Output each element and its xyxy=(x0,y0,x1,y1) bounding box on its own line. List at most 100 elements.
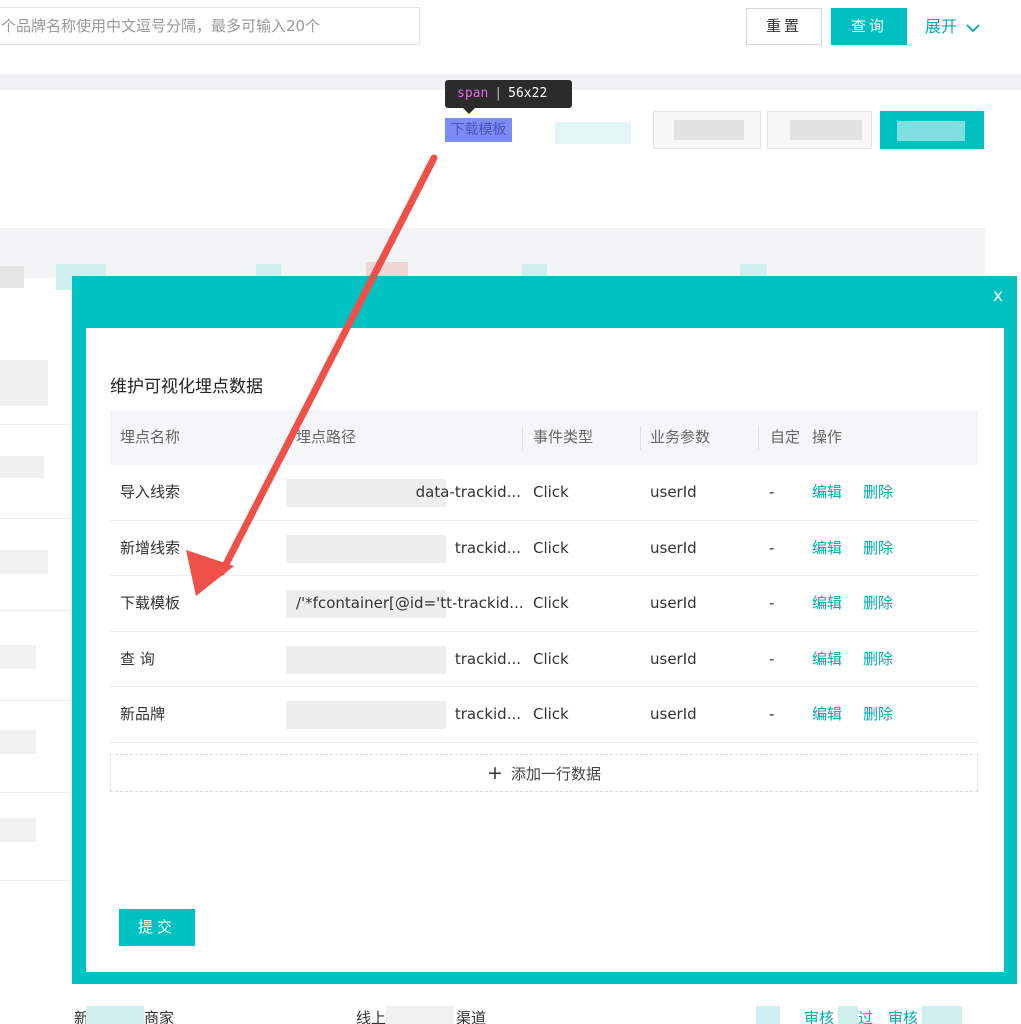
inspector-tag: span xyxy=(457,86,489,101)
cell-event: Click xyxy=(533,483,569,501)
cell-path: /'*fcontainer[@id='tt-trackid... xyxy=(296,594,524,612)
download-template-link[interactable]: 下载模板 xyxy=(445,118,512,142)
cell-path: trackid... xyxy=(454,538,521,557)
tracking-data-modal: x 维护可视化埋点数据 埋点名称 埋点路径 事件类型 业务参数 自定 操作 导入… xyxy=(72,276,1017,984)
cell-name: 查 询 xyxy=(120,649,155,668)
chevron-down-icon xyxy=(966,23,980,32)
blurred-cell xyxy=(922,1006,962,1024)
cell-param: userId xyxy=(650,538,697,557)
column-header-path: 埋点路径 xyxy=(296,428,357,446)
add-row-label: 添加一行数据 xyxy=(510,765,601,783)
cell-custom: - xyxy=(769,538,775,557)
edit-link[interactable]: 编辑 xyxy=(812,632,842,687)
modal-body: 维护可视化埋点数据 埋点名称 埋点路径 事件类型 业务参数 自定 操作 导入线索… xyxy=(86,328,1004,972)
delete-link[interactable]: 删除 xyxy=(863,576,893,631)
cell-name: 下载模板 xyxy=(120,594,181,612)
cell-custom: - xyxy=(769,594,775,612)
blurred-label xyxy=(674,120,744,140)
cell-event: Click xyxy=(533,538,569,557)
blurred-cell xyxy=(0,550,48,574)
cell-name: 新增线索 xyxy=(120,538,181,557)
column-separator xyxy=(758,426,759,450)
tracking-table: 埋点名称 埋点路径 事件类型 业务参数 自定 操作 导入线索 data-track… xyxy=(110,410,978,743)
column-header-custom: 自定 xyxy=(770,428,801,446)
delete-link[interactable]: 删除 xyxy=(863,687,893,742)
cell-param: userId xyxy=(650,483,697,501)
modal-title: 维护可视化埋点数据 xyxy=(110,377,263,397)
table-row: 导入线索 data-trackid... Click userId - 编辑 删除 xyxy=(110,465,978,521)
cell-name: 新品牌 xyxy=(120,705,166,723)
cell-path: data-trackid... xyxy=(415,483,521,501)
add-row-button[interactable]: + 添加一行数据 xyxy=(110,754,978,792)
cell-name: 导入线索 xyxy=(120,483,181,501)
delete-link[interactable]: 删除 xyxy=(863,521,893,576)
table-row: 下载模板 /'*fcontainer[@id='tt-trackid... Clic… xyxy=(110,576,978,632)
query-button[interactable]: 查询 xyxy=(831,8,907,45)
blurred-cell xyxy=(0,645,36,669)
blurred-cell xyxy=(0,456,44,478)
expand-button[interactable]: 展开 xyxy=(925,8,980,45)
blurred-label xyxy=(790,120,862,140)
review-link[interactable]: 审核 xyxy=(888,1007,918,1024)
table-body: 导入线索 data-trackid... Click userId - 编辑 删除 新增线索 t… xyxy=(110,465,978,743)
cell-custom: - xyxy=(769,649,775,668)
element-inspector-tooltip: span | 56x22 xyxy=(445,80,572,114)
row-divider xyxy=(0,792,72,793)
cell-param: userId xyxy=(650,649,697,668)
bottom-cell-channel-suffix: 渠道 xyxy=(456,1009,487,1024)
blurred-label xyxy=(897,121,965,141)
table-row: 查 询 trackid... Click userId - 编辑 删除 xyxy=(110,632,978,687)
edit-link[interactable]: 编辑 xyxy=(812,576,842,631)
row-divider xyxy=(0,700,72,701)
background-table-header xyxy=(0,228,985,278)
search-bar: 个品牌名称使用中文逗号分隔，最多可输入20个 重置 查询 展开 xyxy=(0,0,1021,74)
cell-event: Click xyxy=(533,594,569,612)
blurred-link[interactable] xyxy=(555,122,631,144)
review-link[interactable]: 审核 xyxy=(804,1007,834,1024)
submit-button[interactable]: 提交 xyxy=(119,909,195,946)
cell-custom: - xyxy=(769,483,775,501)
blurred-cell xyxy=(756,1006,780,1024)
column-header-param: 业务参数 xyxy=(650,428,711,446)
table-row: 新品牌 trackid... Click userId - 编辑 删除 xyxy=(110,687,978,743)
inspector-size: 56x22 xyxy=(508,86,548,101)
inspector-separator: | xyxy=(494,86,503,101)
column-separator xyxy=(522,426,523,450)
delete-link[interactable]: 删除 xyxy=(863,465,893,520)
edit-link[interactable]: 编辑 xyxy=(812,687,842,742)
delete-link[interactable]: 删除 xyxy=(863,632,893,687)
column-separator xyxy=(640,426,641,450)
cell-path: trackid... xyxy=(454,649,521,668)
cell-custom: - xyxy=(769,705,775,723)
edit-link[interactable]: 编辑 xyxy=(812,465,842,520)
row-divider xyxy=(0,424,72,425)
plus-icon: + xyxy=(487,762,503,784)
blurred-cell xyxy=(386,1006,454,1024)
blurred-cell xyxy=(838,1006,858,1024)
column-header-actions: 操作 xyxy=(812,428,843,446)
row-divider xyxy=(0,880,72,881)
column-header-name: 埋点名称 xyxy=(120,428,181,446)
row-divider xyxy=(0,610,72,611)
blurred-cell xyxy=(0,360,48,406)
cell-param: userId xyxy=(650,594,697,612)
blurred-header-cell xyxy=(0,266,24,288)
blurred-cell xyxy=(0,818,36,842)
expand-label: 展开 xyxy=(925,17,958,36)
table-header: 埋点名称 埋点路径 事件类型 业务参数 自定 操作 xyxy=(110,410,978,465)
cell-path: trackid... xyxy=(454,705,521,723)
row-divider xyxy=(0,518,72,519)
bottom-cell-merchant-suffix: 商家 xyxy=(144,1009,175,1024)
column-header-event: 事件类型 xyxy=(533,428,594,446)
close-icon[interactable]: x xyxy=(993,286,1003,306)
blurred-cell xyxy=(0,730,36,754)
cell-event: Click xyxy=(533,649,569,668)
edit-link[interactable]: 编辑 xyxy=(812,521,842,576)
brand-search-input[interactable]: 个品牌名称使用中文逗号分隔，最多可输入20个 xyxy=(0,7,420,45)
cell-event: Click xyxy=(533,705,569,723)
cell-param: userId xyxy=(650,705,697,723)
reset-button[interactable]: 重置 xyxy=(746,8,822,45)
table-row: 新增线索 trackid... Click userId - 编辑 删除 xyxy=(110,521,978,576)
review-link-suffix[interactable]: 过 xyxy=(858,1007,873,1024)
blurred-cell xyxy=(86,1006,144,1024)
